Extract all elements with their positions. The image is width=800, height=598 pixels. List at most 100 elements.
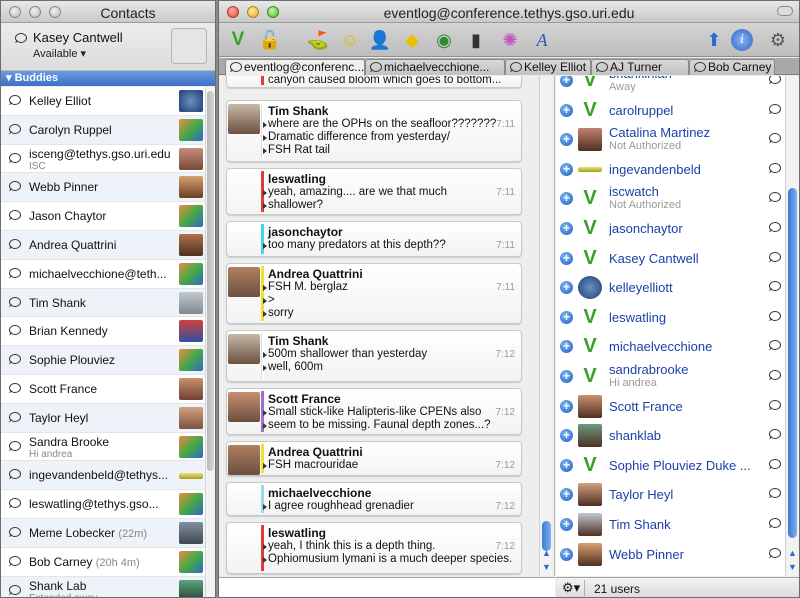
user-row[interactable]: + Vmichaelvecchione xyxy=(556,332,785,362)
user-row[interactable]: + V Kasey Cantwell xyxy=(556,244,785,274)
add-contact-icon[interactable]: + xyxy=(560,370,573,383)
add-contact-icon[interactable]: + xyxy=(560,76,573,87)
message-bubble[interactable]: Scott France Small stick-like Halipteris-… xyxy=(226,388,522,435)
message-input[interactable] xyxy=(219,577,555,597)
color-wheel-icon[interactable]: ✺ xyxy=(497,27,523,53)
buddy-row[interactable]: Taylor Heyl xyxy=(1,403,207,433)
add-contact-icon[interactable]: + xyxy=(560,222,573,235)
font-icon[interactable]: A xyxy=(529,27,555,53)
add-contact-icon[interactable]: + xyxy=(560,547,573,561)
add-contact-icon[interactable]: + xyxy=(560,281,573,295)
user-row[interactable]: + Vsandrabrooke Hi andrea xyxy=(556,362,785,392)
message-bubble[interactable]: Tim Shank where are the OPHs on the seafl… xyxy=(226,100,522,162)
user-row[interactable]: + V Sophie Plouviez Duke ... xyxy=(556,451,785,481)
buddy-row[interactable]: michaelvecchione@teth... xyxy=(1,260,207,289)
buddy-row[interactable]: Kelley Elliot xyxy=(1,87,207,116)
scroll-up-arrow-icon[interactable]: ▲ xyxy=(542,548,551,558)
message-bubble[interactable]: Andrea Quattrini FSH M. berglaz > sorry 7:11 xyxy=(226,263,522,324)
info-icon[interactable]: i xyxy=(731,29,753,51)
chat-tab[interactable]: Kelley Elliot xyxy=(505,59,591,75)
toolbar-toggle-button[interactable] xyxy=(777,6,793,16)
add-contact-icon[interactable]: + xyxy=(560,458,573,472)
user-info-icon[interactable]: 👤 xyxy=(367,27,393,53)
lock-icon[interactable]: 🔓 xyxy=(257,27,283,53)
file-transfer-icon[interactable]: ▮ xyxy=(463,27,489,53)
add-contact-icon[interactable]: + xyxy=(560,103,573,117)
message-bubble[interactable]: jasonchaytor too many predators at this d… xyxy=(226,221,522,257)
my-status-selector[interactable]: Available ▾ xyxy=(33,47,86,60)
buddy-list-scrollbar[interactable] xyxy=(205,87,215,597)
chat-titlebar[interactable]: eventlog@conference.tethys.gso.uri.edu xyxy=(219,1,799,23)
smiley-icon[interactable]: ☺ xyxy=(337,27,363,53)
user-row[interactable]: + Catalina Martinez Not Authorized xyxy=(556,125,785,155)
user-row[interactable]: + Vcarolruppel xyxy=(556,96,785,126)
user-row[interactable]: + Tim Shank xyxy=(556,510,785,540)
add-contact-icon[interactable]: + xyxy=(560,192,573,206)
options-icon[interactable]: ⚙ xyxy=(765,27,791,53)
message-bubble[interactable]: Andrea Quattrini FSH macrouridae 7:12 xyxy=(226,441,522,476)
chat-tab[interactable]: michaelvecchione... xyxy=(365,59,505,75)
buddy-row[interactable]: leswatling@tethys.gso... xyxy=(1,490,207,519)
browser-icon[interactable]: ◉ xyxy=(431,27,457,53)
road-sign-icon[interactable]: ◆ xyxy=(399,27,425,53)
scroll-thumb[interactable] xyxy=(207,91,214,471)
message-log-scrollbar[interactable]: ▲ ▼ xyxy=(539,76,553,576)
buddy-row[interactable]: Bob Carney (20h 4m) xyxy=(1,548,207,577)
user-row[interactable]: + Scott France xyxy=(556,392,785,422)
buddy-row[interactable]: Scott France xyxy=(1,375,207,404)
user-row[interactable]: + kelleyelliott xyxy=(556,273,785,303)
my-name[interactable]: Kasey Cantwell xyxy=(33,30,123,45)
buddy-row[interactable]: Brian Kennedy xyxy=(1,317,207,347)
add-contact-icon[interactable]: + xyxy=(560,488,573,502)
buddy-row[interactable]: isceng@tethys.gso.uri.edu ISC xyxy=(1,145,207,174)
add-contact-icon[interactable]: + xyxy=(560,518,573,531)
message-bubble[interactable]: leswatling yeah, I think this is a depth … xyxy=(226,522,522,574)
buddy-row[interactable]: Webb Pinner xyxy=(1,173,207,203)
add-contact-icon[interactable]: + xyxy=(560,310,573,324)
scroll-thumb[interactable] xyxy=(542,521,551,551)
user-row[interactable]: + Vjasonchaytor xyxy=(556,214,785,244)
user-row[interactable]: + ingevandenbeld xyxy=(556,155,785,185)
contacts-titlebar[interactable]: Contacts xyxy=(1,1,215,23)
add-contact-icon[interactable]: + xyxy=(560,399,573,413)
user-row[interactable]: + Webb Pinner xyxy=(556,540,785,570)
add-contact-icon[interactable]: + xyxy=(560,340,573,354)
add-contact-icon[interactable]: + xyxy=(560,162,573,176)
scroll-down-arrow-icon[interactable]: ▼ xyxy=(788,562,797,572)
chat-tab[interactable]: eventlog@conferenc... xyxy=(225,59,365,76)
buddy-row[interactable]: ingevandenbeld@tethys... xyxy=(1,461,207,491)
buddy-row[interactable]: Meme Lobecker (22m) xyxy=(1,518,207,548)
message-bubble[interactable]: canyon caused bloom which goes to bottom… xyxy=(226,76,522,88)
buddy-row[interactable]: Sophie Plouviez xyxy=(1,346,207,375)
group-header-buddies[interactable]: ▾ Buddies xyxy=(1,71,215,86)
gear-icon[interactable]: ⚙▾ xyxy=(562,580,580,596)
message-bubble[interactable]: michaelvecchione I agree roughhead grenad… xyxy=(226,482,522,516)
message-bubble[interactable]: Tim Shank 500m shallower than yesterday we… xyxy=(226,330,522,382)
buddy-row[interactable]: Carolyn Ruppel xyxy=(1,115,207,145)
message-bubble[interactable]: leswatling yeah, amazing.... are we that … xyxy=(226,168,522,215)
user-row[interactable]: + Taylor Heyl xyxy=(556,480,785,510)
buddy-row[interactable]: Tim Shank xyxy=(1,288,207,318)
scroll-up-arrow-icon[interactable]: ▲ xyxy=(788,548,797,558)
chat-tab[interactable]: AJ Turner xyxy=(591,59,689,75)
add-contact-icon[interactable]: + xyxy=(560,251,573,265)
user-row[interactable]: + Viscwatch Not Authorized xyxy=(556,184,785,214)
buddy-row[interactable]: Andrea Quattrini xyxy=(1,230,207,260)
send-file-icon[interactable]: ⬆ xyxy=(701,27,727,53)
my-avatar[interactable] xyxy=(171,28,207,64)
signpost-icon[interactable]: ⛳ xyxy=(305,27,331,53)
add-contact-icon[interactable]: + xyxy=(560,429,573,443)
adium-logo-icon[interactable]: V xyxy=(225,27,251,53)
user-row[interactable]: + Vleswatling xyxy=(556,303,785,333)
buddy-row[interactable]: Sandra Brooke Hi andrea xyxy=(1,433,207,462)
user-row[interactable]: +VbriankinlanAway xyxy=(556,76,785,96)
scroll-thumb[interactable] xyxy=(788,188,797,538)
scroll-down-arrow-icon[interactable]: ▼ xyxy=(542,562,551,572)
message-log[interactable]: canyon caused bloom which goes to bottom… xyxy=(219,76,555,576)
buddy-list[interactable]: Kelley Elliot Carolyn Ruppel isceng@tethys… xyxy=(1,87,207,597)
buddy-row[interactable]: Jason Chaytor xyxy=(1,202,207,231)
user-row[interactable]: + shanklab xyxy=(556,421,785,451)
chat-tab[interactable]: Bob Carney xyxy=(689,59,775,75)
add-contact-icon[interactable]: + xyxy=(560,133,573,147)
buddy-row[interactable]: Shank LabExtended away xyxy=(1,576,207,597)
